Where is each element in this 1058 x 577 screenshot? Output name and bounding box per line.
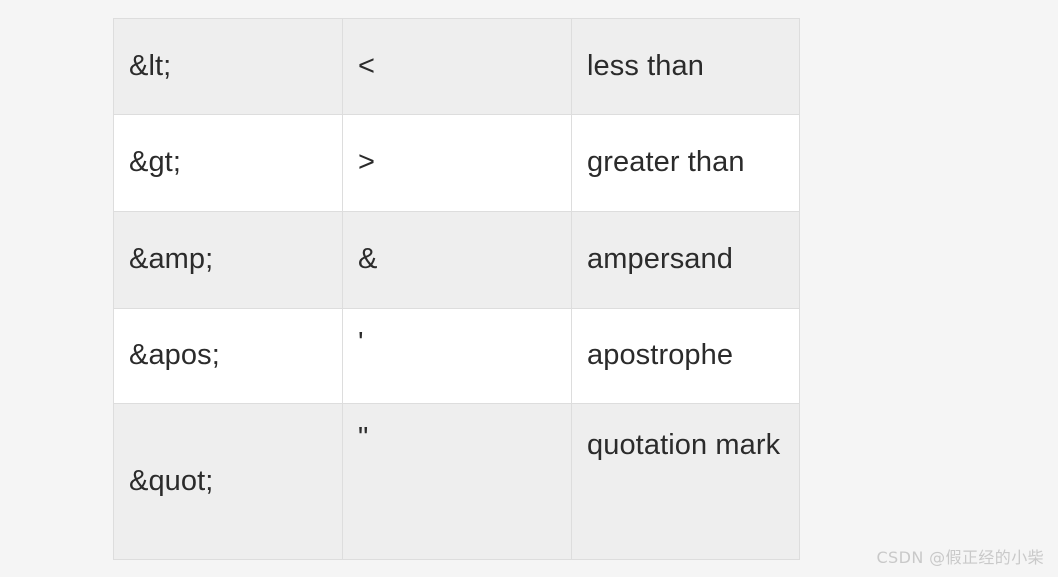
entity-character-cell: > (342, 114, 572, 212)
entity-description-cell: ampersand (571, 211, 800, 309)
entity-character-cell: ' (342, 308, 572, 404)
entity-code-cell: &quot; (113, 403, 343, 560)
entity-description-cell: apostrophe (571, 308, 800, 404)
table-row: &apos; ' apostrophe (113, 308, 800, 404)
html-entity-reference-table: &lt; < less than &gt; > greater than &am… (113, 18, 800, 560)
entity-description-cell: less than (571, 18, 800, 115)
table-row: &quot; " quotation mark (113, 403, 800, 560)
entity-character-cell: " (342, 403, 572, 560)
entity-character-cell: & (342, 211, 572, 309)
table-row: &lt; < less than (113, 18, 800, 115)
table-row: &amp; & ampersand (113, 211, 800, 309)
entity-code-cell: &lt; (113, 18, 343, 115)
entity-description-cell: greater than (571, 114, 800, 212)
entity-code-cell: &amp; (113, 211, 343, 309)
table-row: &gt; > greater than (113, 114, 800, 212)
page-root: &lt; < less than &gt; > greater than &am… (0, 0, 1058, 577)
table-body: &lt; < less than &gt; > greater than &am… (113, 18, 800, 560)
entity-description-cell: quotation mark (571, 403, 800, 560)
entity-code-cell: &gt; (113, 114, 343, 212)
entity-character-cell: < (342, 18, 572, 115)
csdn-watermark: CSDN @假正经的小柴 (876, 548, 1044, 567)
entity-code-cell: &apos; (113, 308, 343, 404)
